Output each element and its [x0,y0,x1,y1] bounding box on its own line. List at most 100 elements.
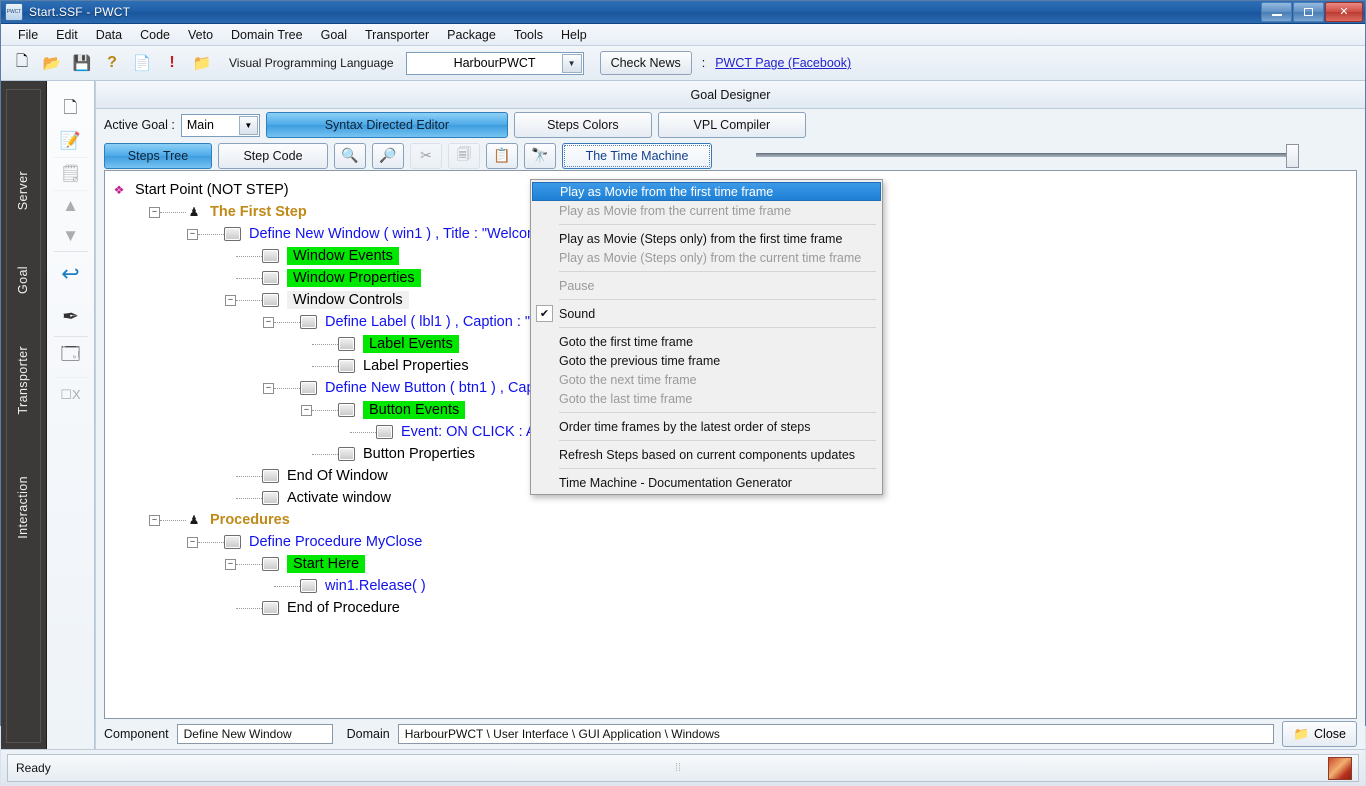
menu-edit[interactable]: Edit [47,26,87,44]
menu-veto[interactable]: Veto [179,26,222,44]
delete-step-icon[interactable]: 🗒 [53,157,88,190]
zoom-out-icon[interactable]: 🔎 [372,142,404,169]
edit-step-icon[interactable]: 📝 [54,125,88,157]
chevron-down-icon[interactable]: ▼ [238,115,258,135]
menu-file[interactable]: File [9,26,47,44]
tree-step-icon [300,315,317,329]
sidebar-tab-transporter[interactable]: Transporter [16,346,30,415]
sign-pen-icon[interactable]: ✒ [54,296,88,336]
tree-collapse-icon[interactable]: – [187,228,198,240]
tree-node-label: Procedures [210,512,290,528]
tab-steps-tree[interactable]: Steps Tree [104,142,212,169]
syntax-directed-editor-button[interactable]: Syntax Directed Editor [265,112,508,138]
tree-node[interactable]: – Define Procedure MyClose [111,531,1350,553]
sidebar-tab-goal[interactable]: Goal [16,266,30,294]
trackbar-line [756,153,1299,157]
tree-node-label: win1.Release( ) [325,578,426,594]
form-window-icon[interactable]: 🗔 [53,336,88,377]
component-value-field[interactable]: Define New Window [176,724,333,744]
menu-transporter[interactable]: Transporter [356,26,438,44]
menu-package[interactable]: Package [438,26,505,44]
tree-step-icon [262,249,279,263]
save-icon[interactable]: 💾 [69,51,95,75]
menu-tools[interactable]: Tools [505,26,552,44]
tree-node[interactable]: End of Procedure [111,597,1350,619]
menu-item[interactable]: Time Machine - Documentation Generator [531,473,882,492]
tree-node-label: Button Properties [363,446,476,462]
active-goal-combobox[interactable]: Main ▼ [180,113,260,137]
tree-collapse-icon[interactable]: – [225,294,236,306]
tree-node[interactable]: – ♟ Procedures [111,509,1350,531]
paste-icon[interactable]: 📋 [486,142,518,169]
tree-guide-line [198,541,224,543]
tree-collapse-icon[interactable]: – [225,558,236,570]
minimize-button[interactable] [1261,2,1292,22]
time-machine-context-menu[interactable]: Play as Movie from the first time frame P… [530,179,883,495]
check-news-button[interactable]: Check News [599,51,692,75]
close-button[interactable]: ✕ [1325,2,1363,22]
open-folder-icon[interactable]: 📂 [39,51,65,75]
tree-node-label: Window Properties [287,269,421,287]
tree-collapse-icon[interactable]: – [301,404,312,416]
sidebar-tab-server[interactable]: Server [16,171,30,210]
tree-guide-line [160,211,186,213]
window-controls: ✕ [1261,2,1363,22]
menu-item[interactable]: Refresh Steps based on current component… [531,445,882,464]
tree-collapse-icon[interactable]: – [187,536,198,548]
exclamation-icon[interactable]: ! [159,51,185,75]
new-file-icon[interactable]: 🗋 [9,51,35,75]
cut-icon[interactable]: ✂ [410,142,442,169]
menu-data[interactable]: Data [87,26,131,44]
move-up-icon[interactable]: ▲ [53,190,88,221]
help-question-icon[interactable]: ? [99,51,125,75]
copy-icon[interactable]: 🗐 [448,142,480,169]
tree-collapse-icon[interactable]: – [149,206,160,218]
tab-step-code[interactable]: Step Code [218,142,328,169]
menu-code[interactable]: Code [131,26,179,44]
tree-step-icon [224,227,241,241]
menu-item[interactable]: Goto the first time frame [531,332,882,351]
menu-item[interactable]: Order time frames by the latest order of… [531,417,882,436]
menu-item[interactable]: Goto the previous time frame [531,351,882,370]
facebook-page-link[interactable]: PWCT Page (Facebook) [715,56,851,70]
steps-colors-button[interactable]: Steps Colors [513,112,652,138]
menu-item[interactable]: Play as Movie (Steps only) from the firs… [531,229,882,248]
close-designer-button[interactable]: 📁 Close [1282,721,1357,747]
vpl-compiler-button[interactable]: VPL Compiler [657,112,806,138]
new-step-icon[interactable]: 🗋 [54,93,88,125]
binoculars-find-icon[interactable]: 🔭 [524,142,556,169]
sidebar-tab-interaction[interactable]: Interaction [16,476,30,539]
tree-node-label: End Of Window [287,468,388,484]
tree-guide-line [236,563,262,565]
menu-domain-tree[interactable]: Domain Tree [222,26,312,44]
tree-collapse-icon[interactable]: – [263,382,274,394]
maximize-button[interactable] [1293,2,1324,22]
close-x-icon[interactable]: ☐X [53,377,88,412]
tree-collapse-icon[interactable]: – [149,514,160,526]
trackbar-thumb[interactable] [1286,144,1299,168]
menu-item[interactable]: Play as Movie from the first time frame [532,182,881,201]
domain-value-field[interactable]: HarbourPWCT \ User Interface \ GUI Appli… [397,724,1275,744]
menu-separator [559,468,876,469]
tree-collapse-icon[interactable]: – [263,316,274,328]
tree-node[interactable]: – Start Here [111,553,1350,575]
flame-status-icon[interactable] [1328,757,1352,780]
menu-item[interactable]: ✔ Sound [531,304,882,323]
timeframe-trackbar[interactable] [756,144,1299,168]
language-combobox[interactable]: HarbourPWCT ▼ [405,51,584,75]
open-goal-folder-icon[interactable]: 📁 [189,51,215,75]
chevron-down-icon[interactable]: ▼ [561,53,582,73]
undo-redo-icon[interactable]: ↩ [53,251,88,296]
tree-step-icon [338,403,355,417]
menu-help[interactable]: Help [552,26,596,44]
tree-node[interactable]: win1.Release( ) [111,575,1350,597]
tab-time-machine[interactable]: The Time Machine [562,142,712,169]
document-report-icon[interactable]: 📄 [129,51,155,75]
menu-goal[interactable]: Goal [312,26,356,44]
move-down-icon[interactable]: ▼ [54,221,88,251]
zoom-in-icon[interactable]: 🔍 [334,142,366,169]
